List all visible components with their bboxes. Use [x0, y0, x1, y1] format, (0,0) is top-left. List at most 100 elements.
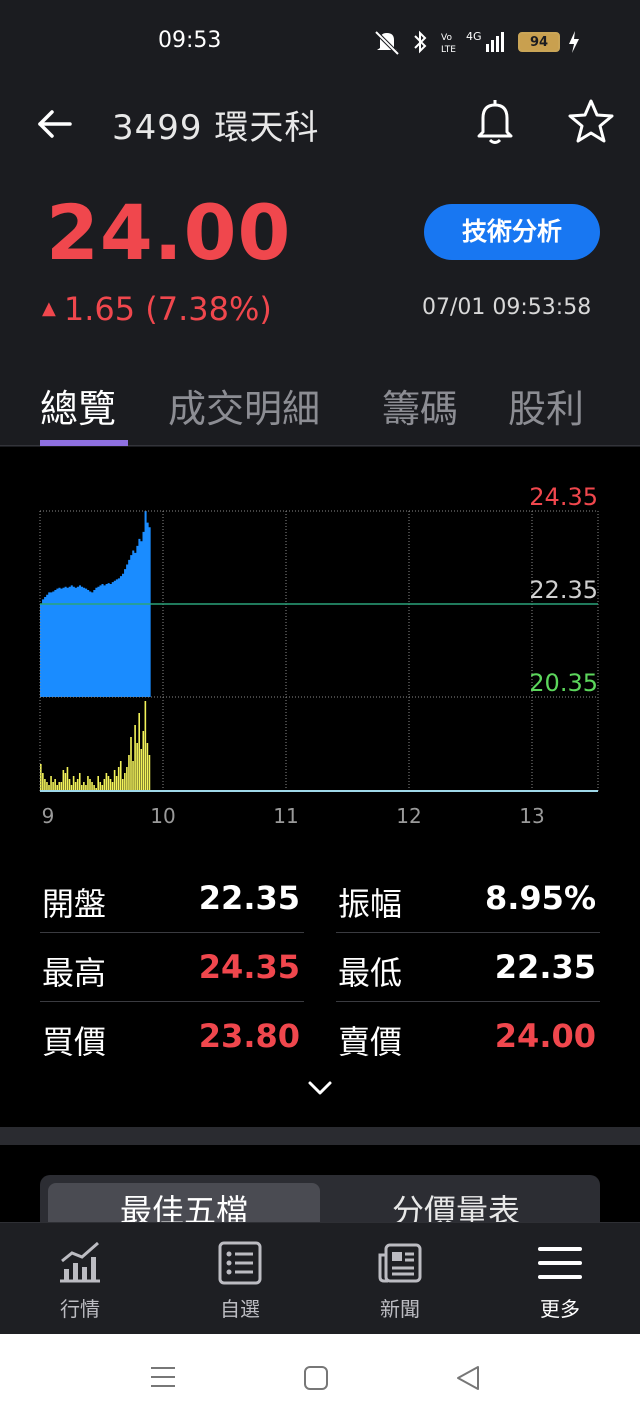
open-label: 開盤	[42, 885, 107, 923]
x-tick-label: 10	[150, 804, 175, 828]
volume-bar	[52, 782, 54, 791]
page-title: 3499 環天科	[112, 108, 320, 148]
volume-bar	[134, 725, 136, 791]
x-tick-label: 11	[273, 804, 298, 828]
tab-transaction-details[interactable]: 成交明細	[168, 378, 320, 433]
y-label-high: 24.35	[529, 483, 598, 511]
volume-bar	[113, 770, 116, 791]
list-icon	[218, 1241, 262, 1285]
volume-bar	[60, 782, 63, 791]
volume-bar	[115, 776, 118, 791]
x-tick-label: 9	[42, 804, 55, 828]
status-bar: 09:53 Vo LTE 4G 94	[0, 0, 640, 84]
volume-bar	[107, 776, 110, 791]
volume-bar	[132, 761, 134, 791]
bottom-nav: 行情 自選 新聞 更多	[0, 1222, 640, 1334]
volume-bar	[146, 743, 149, 791]
volte-icon: Vo LTE	[441, 33, 456, 55]
ask-value: 24.00	[494, 1017, 596, 1055]
bid-label: 買價	[42, 1023, 107, 1061]
segmented-control: 最佳五檔 分價量表	[40, 1175, 600, 1222]
divider	[336, 932, 600, 933]
nav-label: 更多	[540, 1297, 580, 1321]
tab-overview[interactable]: 總覽	[40, 378, 116, 433]
header: 3499 環天科	[0, 84, 640, 164]
technical-analysis-button[interactable]: 技術分析	[424, 204, 600, 260]
volume-bar	[142, 731, 145, 791]
nav-news[interactable]: 新聞	[320, 1223, 480, 1335]
volume-bar	[126, 767, 128, 791]
nav-label: 新聞	[380, 1297, 420, 1321]
volume-bar	[72, 776, 75, 791]
up-triangle-icon: ▲	[42, 298, 56, 319]
y-label-ref: 22.35	[529, 576, 598, 604]
volume-bar	[50, 776, 52, 791]
volume-bar	[66, 767, 69, 791]
volume-bar	[44, 779, 46, 791]
volume-bar	[117, 767, 120, 791]
quote-timestamp: 07/01 09:53:58	[422, 295, 592, 320]
mute-icon	[374, 30, 400, 56]
price-change: ▲ 1.65 (7.38%)	[42, 290, 272, 328]
volume-bar	[111, 782, 114, 791]
signal-icon: 4G	[466, 30, 504, 52]
volume-bar	[40, 764, 42, 791]
order-book-section: 最佳五檔 分價量表	[0, 1145, 640, 1222]
nav-watchlist[interactable]: 自選	[160, 1223, 320, 1335]
section-divider	[0, 1127, 640, 1145]
x-tick-label: 12	[396, 804, 421, 828]
segment-best-five[interactable]: 最佳五檔	[48, 1183, 320, 1222]
y-label-low: 20.35	[529, 669, 598, 697]
volume-bar	[54, 779, 56, 791]
star-icon[interactable]	[566, 96, 616, 146]
volume-bar	[64, 773, 67, 791]
high-value: 24.35	[198, 948, 300, 986]
volume-bar	[78, 773, 81, 791]
volume-bar	[74, 782, 77, 791]
volume-bar	[99, 782, 102, 791]
bid-value: 23.80	[198, 1017, 300, 1055]
back-icon[interactable]	[454, 1364, 482, 1392]
status-time: 09:53	[158, 28, 222, 53]
menu-icon	[538, 1247, 582, 1279]
volume-bar	[83, 782, 85, 791]
svg-text:LTE: LTE	[441, 45, 456, 55]
tab-chips[interactable]: 籌碼	[382, 378, 458, 433]
volume-bar	[42, 773, 44, 791]
volume-bar	[58, 782, 61, 791]
back-arrow-icon[interactable]	[34, 104, 74, 144]
chart-icon	[60, 1241, 100, 1283]
nav-label: 行情	[60, 1297, 100, 1321]
amplitude-label: 振幅	[338, 885, 403, 923]
volume-bar	[148, 755, 151, 791]
volume-bar	[89, 779, 91, 791]
recent-apps-icon[interactable]	[148, 1362, 178, 1392]
price-change-value: 1.65 (7.38%)	[63, 290, 272, 328]
battery-icon: 94	[518, 32, 560, 52]
volume-bar	[105, 773, 108, 791]
segment-price-volume[interactable]: 分價量表	[320, 1183, 592, 1222]
volume-bar	[46, 782, 48, 791]
svg-text:4G: 4G	[466, 30, 482, 43]
volume-bar	[130, 737, 132, 791]
bluetooth-icon	[414, 30, 427, 54]
volume-bar	[97, 776, 99, 791]
volume-bar	[138, 713, 140, 791]
low-value: 22.35	[494, 948, 596, 986]
system-nav-bar	[0, 1334, 640, 1422]
volume-bar	[62, 770, 65, 791]
high-label: 最高	[42, 954, 107, 992]
nav-more[interactable]: 更多	[480, 1223, 640, 1335]
bell-icon[interactable]	[472, 96, 518, 146]
chevron-down-icon[interactable]	[306, 1078, 334, 1098]
volume-bar	[136, 743, 138, 791]
intraday-chart: 24.35 22.35 20.35 9 10 11 12 13	[39, 483, 599, 828]
tab-dividend[interactable]: 股利	[508, 378, 584, 433]
nav-market[interactable]: 行情	[0, 1223, 160, 1335]
home-icon[interactable]	[302, 1364, 330, 1392]
divider	[336, 1001, 600, 1002]
volume-bar	[144, 701, 147, 791]
low-label: 最低	[338, 954, 403, 992]
charging-icon	[569, 31, 579, 53]
tab-active-indicator	[40, 440, 128, 446]
